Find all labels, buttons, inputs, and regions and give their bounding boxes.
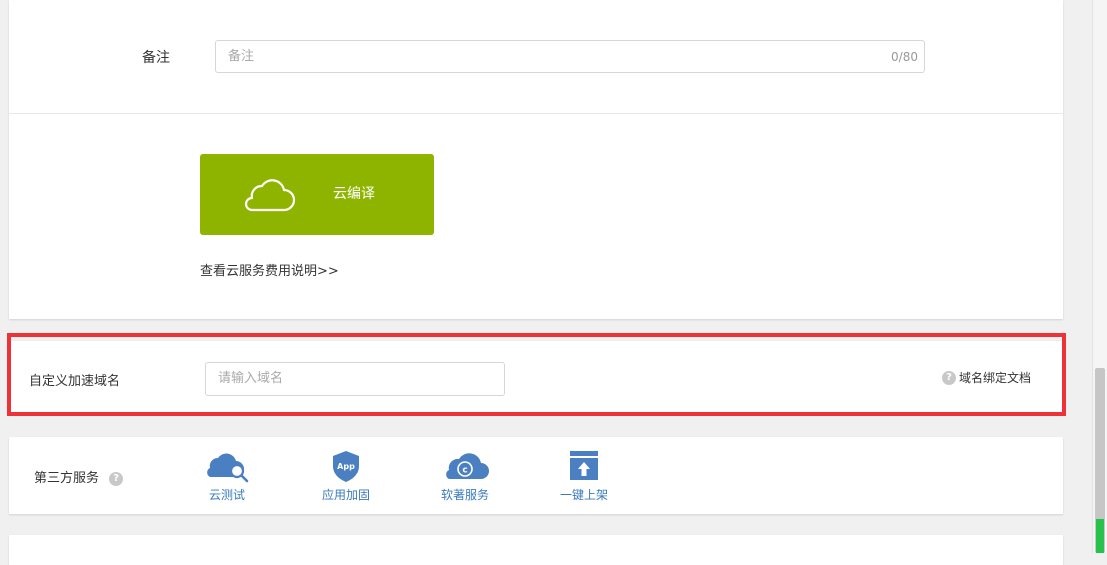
service-app-hardening[interactable]: App 应用加固 (306, 449, 386, 503)
copyright-cloud-icon: c (446, 453, 489, 479)
next-section-card (9, 535, 1063, 565)
remark-input[interactable]: 备注 0/80 (215, 40, 925, 73)
svg-text:c: c (462, 466, 467, 476)
remark-label: 备注 (142, 50, 170, 66)
service-cloud-test[interactable]: 云测试 (187, 449, 267, 503)
third-party-label-text: 第三方服务 (34, 471, 100, 486)
service-one-click-publish[interactable]: 一键上架 (544, 449, 624, 503)
highlight-box (7, 333, 1066, 416)
cloud-search-icon (207, 453, 249, 483)
third-party-services-card: 第三方服务 ? 云测试 App 应用加固 c 软著服务 一键上架 (9, 437, 1063, 514)
service-label: 应用加固 (321, 488, 370, 502)
section-divider (9, 113, 1063, 114)
build-settings-card: 备注 备注 0/80 云编译 查看云服务费用说明>> (9, 0, 1063, 319)
service-label: 一键上架 (559, 488, 608, 502)
service-label: 云测试 (208, 488, 245, 502)
remark-placeholder: 备注 (228, 49, 255, 64)
third-party-label: 第三方服务 ? (34, 467, 124, 486)
service-copyright[interactable]: c 软著服务 (425, 449, 505, 503)
cloud-compile-button[interactable]: 云编译 (200, 154, 434, 235)
vertical-scrollbar[interactable] (1092, 0, 1107, 553)
upload-box-icon (570, 451, 598, 480)
cloud-compile-label: 云编译 (333, 186, 375, 202)
svg-text:App: App (337, 462, 355, 471)
help-icon[interactable]: ? (109, 471, 124, 486)
cloud-fee-link[interactable]: 查看云服务费用说明>> (200, 260, 339, 279)
remark-char-counter: 0/80 (891, 50, 918, 64)
app-shield-icon: App (333, 451, 359, 482)
service-label: 软著服务 (440, 488, 489, 502)
scroll-indicator (1096, 519, 1104, 553)
cloud-icon (244, 179, 296, 212)
